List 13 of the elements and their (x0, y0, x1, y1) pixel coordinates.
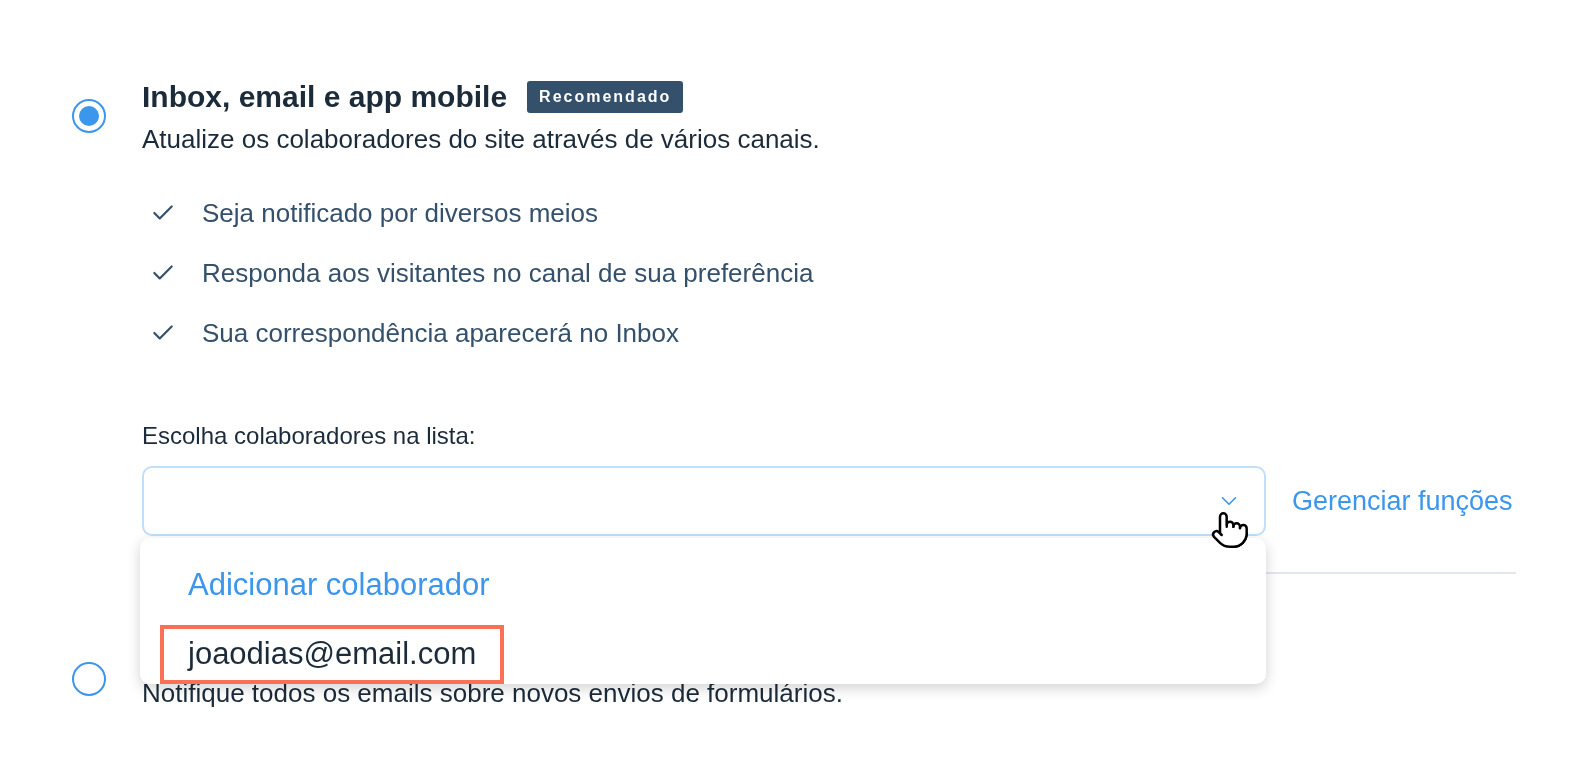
option-title: Inbox, email e app mobile (142, 80, 508, 114)
dropdown-field[interactable] (142, 466, 1266, 536)
feature-text: Responda aos visitantes no canal de sua preferência (202, 258, 814, 288)
field-label: Escolha colaboradores na lista: (142, 422, 477, 450)
menu-item[interactable]: Adicionar colaborador (160, 556, 518, 615)
menu-item[interactable]: joaodias@email.com (160, 625, 505, 684)
radio-button[interactable] (72, 99, 106, 133)
feature-text: Seja notificado por diversos meios (202, 198, 598, 228)
option-description: Atualize os colaboradores do site através de vários canais. (142, 124, 821, 154)
recommended-badge: Recomendado (527, 81, 684, 113)
radio-button[interactable] (72, 662, 106, 696)
feature-text: Sua correspondência aparecerá no Inbox (202, 318, 679, 348)
manage-roles-link[interactable]: Gerenciar funções (1292, 480, 1513, 522)
